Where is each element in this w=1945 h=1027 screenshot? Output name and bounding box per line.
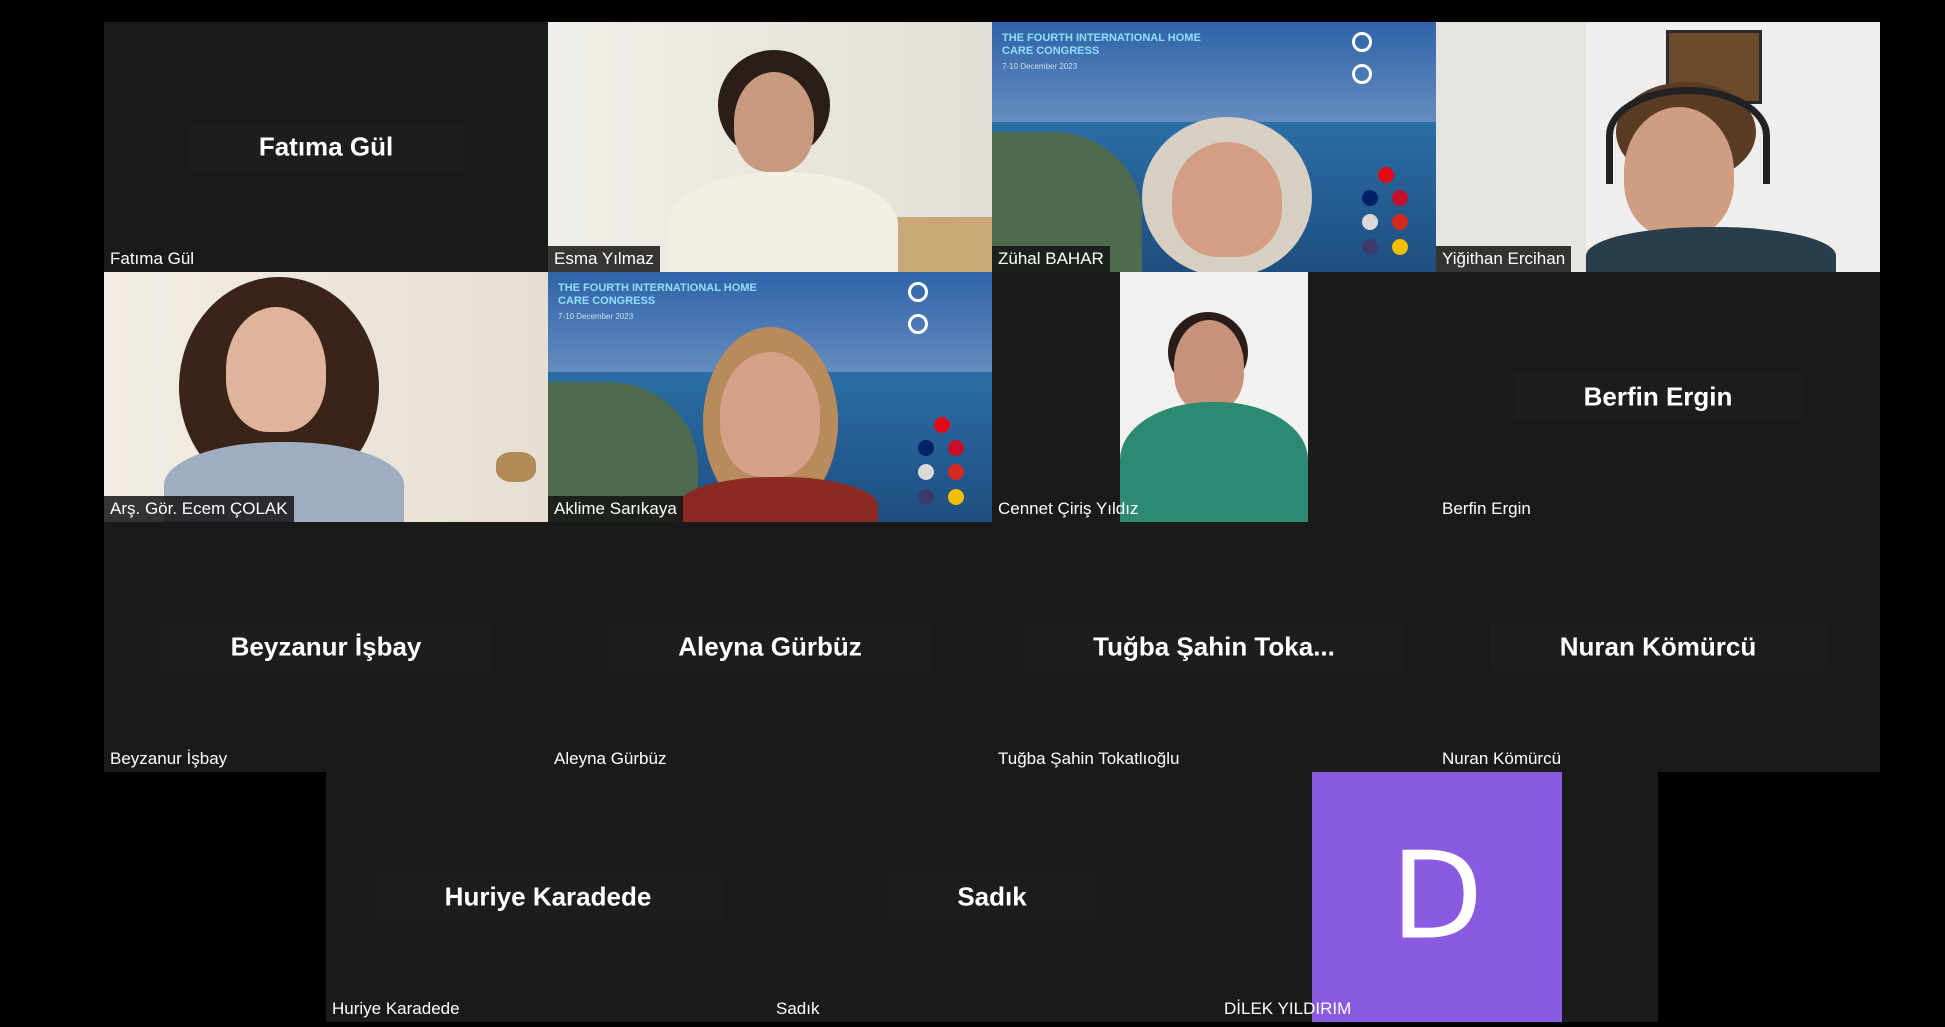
plant xyxy=(496,452,536,482)
face xyxy=(1624,107,1734,237)
participant-name-tag: Fatıma Gül xyxy=(110,249,195,268)
participant-tile-dilek[interactable]: D DİLEK YILDIRIM xyxy=(1214,772,1658,1022)
participant-tile-zuhal[interactable]: THE FOURTH INTERNATIONAL HOME CARE CONGR… xyxy=(992,22,1436,272)
participant-name-tag: Aleyna Gürbüz xyxy=(554,749,667,768)
participant-tile-huriye[interactable]: Huriye Karadede Huriye Karadede xyxy=(326,772,770,1022)
flag-uk-icon xyxy=(948,440,964,456)
participant-name-tag: DİLEK YILDIRIM xyxy=(1224,999,1352,1018)
flag-spain-icon xyxy=(1392,239,1408,255)
participant-name-tag: Sadık xyxy=(776,999,820,1018)
desk xyxy=(888,217,992,272)
flag-cyprus-icon xyxy=(1362,214,1378,230)
face xyxy=(1174,320,1244,412)
participant-display-name: Nuran Kömürcü xyxy=(1489,623,1827,671)
flag-uk-icon xyxy=(1392,190,1408,206)
banner-title: THE FOURTH INTERNATIONAL HOME CARE CONGR… xyxy=(558,282,757,307)
participant-name-tag: Huriye Karadede xyxy=(332,999,460,1018)
participant-name-tag: Arş. Gör. Ecem ÇOLAK xyxy=(104,496,294,522)
participant-name-tag: Tuğba Şahin Tokatlıoğlu xyxy=(998,749,1180,768)
flag-chile-icon xyxy=(948,464,964,480)
participant-name-tag: Zühal BAHAR xyxy=(992,246,1110,272)
sweater xyxy=(668,172,898,272)
congress-logo-icon xyxy=(1352,32,1372,52)
participant-tile-nuran[interactable]: Nuran Kömürcü Nuran Kömürcü xyxy=(1436,522,1880,772)
avatar-letter: D xyxy=(1390,827,1484,967)
participant-display-name: Aleyna Gürbüz xyxy=(608,623,932,671)
meeting-gallery: Fatıma Gül Fatıma Gül Esma Yılmaz THE FO… xyxy=(0,0,1945,1027)
participant-tile-tugba[interactable]: Tuğba Şahin Toka... Tuğba Şahin Tokatlıo… xyxy=(992,522,1436,772)
flag-turkey-icon xyxy=(1378,167,1394,183)
participant-display-name: Berfin Ergin xyxy=(1513,373,1803,421)
flag-usa-icon xyxy=(1362,239,1378,255)
participant-tile-ecem[interactable]: Arş. Gör. Ecem ÇOLAK xyxy=(104,272,548,522)
door xyxy=(1436,22,1586,272)
participant-tile-yigithan[interactable]: Yiğithan Ercihan xyxy=(1436,22,1880,272)
face xyxy=(734,72,814,172)
sweater xyxy=(1120,402,1308,522)
participant-display-name: Tuğba Şahin Toka... xyxy=(1023,623,1405,671)
participant-name-tag: Beyzanur İşbay xyxy=(110,749,228,768)
face xyxy=(226,307,326,432)
banner-date: 7-10 December 2023 xyxy=(1002,62,1078,71)
flag-cyprus-icon xyxy=(918,464,934,480)
participant-tile-esma[interactable]: Esma Yılmaz xyxy=(548,22,992,272)
face xyxy=(1172,142,1282,257)
participant-name-tag: Esma Yılmaz xyxy=(548,246,660,272)
participant-display-name: Sadık xyxy=(887,873,1097,921)
banner-date: 7-10 December 2023 xyxy=(558,312,634,321)
participant-tile-aklime[interactable]: THE FOURTH INTERNATIONAL HOME CARE CONGR… xyxy=(548,272,992,522)
participant-name-tag: Aklime Sarıkaya xyxy=(548,496,683,522)
flag-spain-icon xyxy=(948,489,964,505)
participant-tile-beyzanur[interactable]: Beyzanur İşbay Beyzanur İşbay xyxy=(104,522,548,772)
face xyxy=(720,352,820,477)
participant-name-tag: Berfin Ergin xyxy=(1442,499,1531,518)
flag-australia-icon xyxy=(1362,190,1378,206)
participant-name-tag: Yiğithan Ercihan xyxy=(1436,246,1572,272)
flag-usa-icon xyxy=(918,489,934,505)
shirt xyxy=(1586,227,1836,272)
participant-display-name: Beyzanur İşbay xyxy=(160,623,492,671)
congress-logo-icon xyxy=(908,282,928,302)
flag-chile-icon xyxy=(1392,214,1408,230)
participant-display-name: Huriye Karadede xyxy=(374,873,722,921)
avatar: D xyxy=(1312,772,1562,1022)
participant-tile-sadik[interactable]: Sadık Sadık xyxy=(770,772,1214,1022)
participant-tile-cennet[interactable]: Cennet Çiriş Yıldız xyxy=(992,272,1436,522)
university-logo-icon xyxy=(908,314,928,334)
participant-tile-aleyna[interactable]: Aleyna Gürbüz Aleyna Gürbüz xyxy=(548,522,992,772)
university-logo-icon xyxy=(1352,64,1372,84)
participant-name-tag: Cennet Çiriş Yıldız xyxy=(998,499,1139,518)
flag-australia-icon xyxy=(918,440,934,456)
participant-display-name: Fatıma Gül xyxy=(188,123,464,171)
participant-tile-fatima[interactable]: Fatıma Gül Fatıma Gül xyxy=(104,22,548,272)
participant-tile-berfin[interactable]: Berfin Ergin Berfin Ergin xyxy=(1436,272,1880,522)
banner-title: THE FOURTH INTERNATIONAL HOME CARE CONGR… xyxy=(1002,32,1201,57)
flag-turkey-icon xyxy=(934,417,950,433)
participant-name-tag: Nuran Kömürcü xyxy=(1442,749,1562,768)
